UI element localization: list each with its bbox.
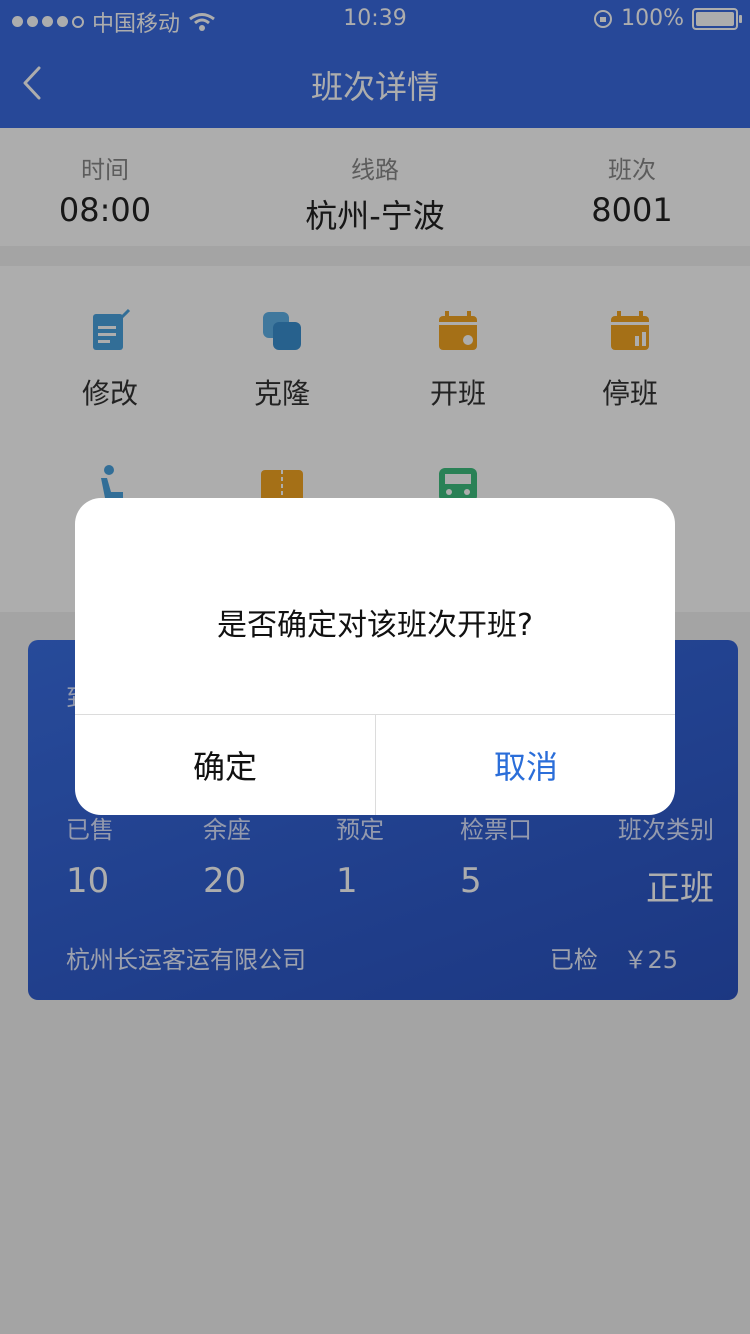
dialog-message: 是否确定对该班次开班? [217,608,533,643]
cancel-button[interactable]: 取消 [376,715,675,815]
confirm-button[interactable]: 确定 [75,715,375,815]
confirm-dialog: 是否确定对该班次开班? 确定 取消 [75,498,675,815]
